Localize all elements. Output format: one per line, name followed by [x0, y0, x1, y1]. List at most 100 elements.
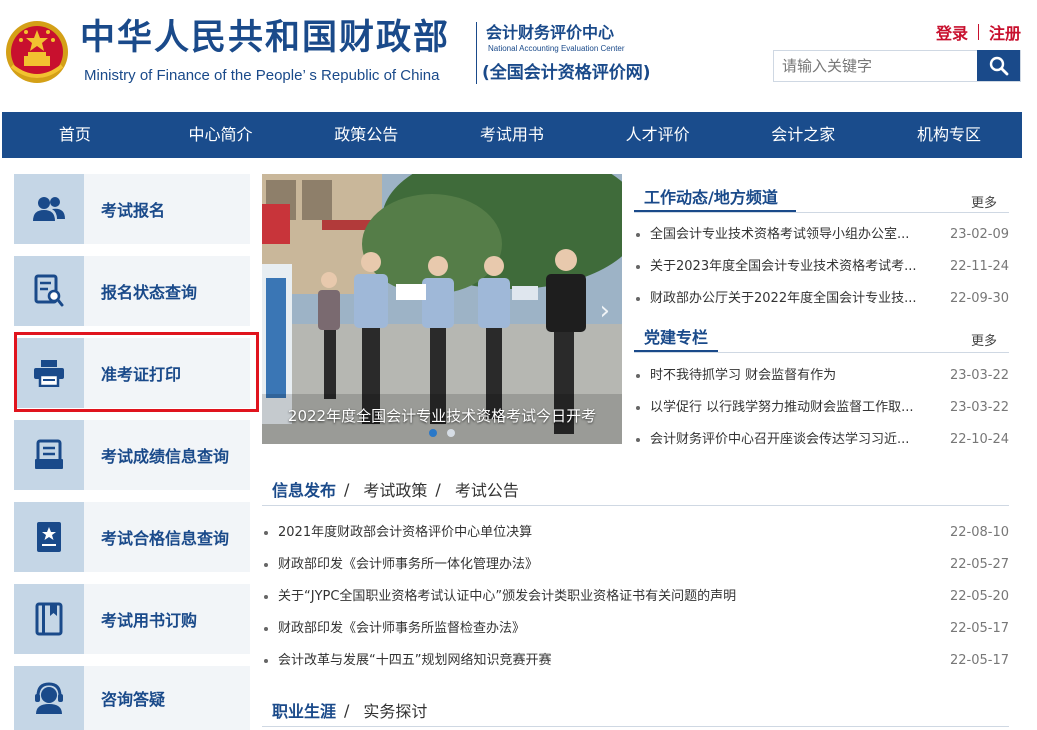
printer-icon	[34, 360, 64, 387]
party-rule	[634, 352, 1009, 353]
career-rule	[262, 726, 1009, 727]
news-title: 2021年度财政部会计资格评价中心单位决算	[278, 525, 533, 540]
list-item[interactable]: 2021年度财政部会计资格评价中心单位决算 22-08-10	[264, 517, 1009, 549]
sidebar-item-label: 考试合格信息查询	[84, 502, 250, 572]
carousel-dot-1[interactable]	[429, 429, 437, 437]
info-news-list: 2021年度财政部会计资格评价中心单位决算 22-08-10 财政部印发《会计师事…	[264, 517, 1009, 677]
center-subtitle: (全国会计资格评价网)	[482, 63, 651, 83]
header-divider	[476, 22, 477, 84]
news-title: 以学促行 以行践学努力推动财会监督工作取...	[650, 400, 914, 415]
tab-info-release[interactable]: 信息发布	[272, 477, 336, 501]
banner-caption[interactable]: 2022年度全国会计专业技术资格考试今日开考	[262, 405, 622, 426]
sidebar-item-label: 考试成绩信息查询	[84, 420, 250, 490]
sidebar-item-book-order[interactable]: 考试用书订购	[14, 584, 250, 654]
news-title: 会计改革与发展“十四五”规划网络知识竞赛开赛	[278, 653, 552, 668]
auth-links: 登录 注册	[936, 20, 1021, 44]
ministry-title-cn: 中华人民共和国财政部	[80, 18, 451, 58]
news-date: 23-02-09	[949, 227, 1009, 242]
work-news-title[interactable]: 工作动态/地方频道	[644, 184, 778, 208]
sidebar-item-qualification-query[interactable]: 考试合格信息查询	[14, 502, 250, 572]
news-date: 22-05-17	[949, 621, 1009, 636]
banner-photo	[262, 174, 622, 444]
nav-accountant-home[interactable]: 会计之家	[730, 112, 876, 158]
center-title-cn: 会计财务评价中心	[486, 23, 615, 42]
list-item[interactable]: 全国会计专业技术资格考试领导小组办公室... 23-02-09	[636, 219, 1009, 251]
list-item[interactable]: 会计改革与发展“十四五”规划网络知识竞赛开赛 22-05-17	[264, 645, 1009, 677]
news-date: 23-03-22	[949, 400, 1009, 415]
news-title: 关于2023年度全国会计专业技术资格考试考...	[650, 259, 917, 274]
list-item[interactable]: 关于“JYPC全国职业资格考试认证中心”颁发会计类职业资格证书有关问题的声明 22…	[264, 581, 1009, 613]
center-title-en: National Accounting Evaluation Center	[488, 44, 625, 53]
book-icon	[35, 602, 63, 636]
work-news-more-link[interactable]: 更多	[971, 192, 997, 211]
party-column-title[interactable]: 党建专栏	[644, 324, 708, 348]
news-date: 23-03-22	[949, 368, 1009, 383]
tab-practice[interactable]: 实务探讨	[363, 698, 427, 722]
news-date: 22-05-27	[949, 557, 1009, 572]
nav-home[interactable]: 首页	[2, 112, 148, 158]
news-title: 财政部印发《会计师事务所一体化管理办法》	[278, 557, 539, 572]
sidebar-item-score-query[interactable]: 考试成绩信息查询	[14, 420, 250, 490]
sidebar-item-status-query[interactable]: 报名状态查询	[14, 256, 250, 326]
list-item[interactable]: 时不我待抓学习 财会监督有作为 23-03-22	[636, 360, 1009, 392]
carousel-next-arrow[interactable]: ›	[600, 298, 610, 324]
nav-about[interactable]: 中心简介	[148, 112, 294, 158]
sidebar-item-consultation[interactable]: 咨询答疑	[14, 666, 250, 730]
news-title: 全国会计专业技术资格考试领导小组办公室...	[650, 227, 910, 242]
carousel-dots	[262, 429, 622, 437]
news-date: 22-08-10	[949, 525, 1009, 540]
list-item[interactable]: 财政部印发《会计师事务所一体化管理办法》 22-05-27	[264, 549, 1009, 581]
news-date: 22-09-30	[949, 291, 1009, 306]
login-link[interactable]: 登录	[936, 20, 968, 44]
work-news-underline	[634, 210, 796, 212]
news-title: 财政部印发《会计师事务所监督检查办法》	[278, 621, 526, 636]
users-icon	[33, 197, 65, 221]
site-header: 中华人民共和国财政部 Ministry of Finance of the Pe…	[0, 0, 1037, 110]
nav-talent[interactable]: 人才评价	[585, 112, 731, 158]
news-date: 22-05-17	[949, 653, 1009, 668]
nav-policy[interactable]: 政策公告	[293, 112, 439, 158]
tab-separator: /	[344, 479, 350, 499]
main-nav: 首页 中心简介 政策公告 考试用书 人才评价 会计之家 机构专区	[2, 112, 1022, 158]
nav-books[interactable]: 考试用书	[439, 112, 585, 158]
news-title: 时不我待抓学习 财会监督有作为	[650, 368, 837, 383]
register-link[interactable]: 注册	[989, 20, 1021, 44]
search-box	[773, 50, 1021, 82]
news-banner-carousel[interactable]: › 2022年度全国会计专业技术资格考试今日开考	[262, 174, 622, 444]
news-date: 22-10-24	[949, 432, 1009, 447]
work-news-rule	[634, 212, 1009, 213]
certificate-icon	[37, 522, 61, 552]
list-item[interactable]: 财政部印发《会计师事务所监督检查办法》 22-05-17	[264, 613, 1009, 645]
sidebar-item-label: 报名状态查询	[84, 256, 250, 326]
list-item[interactable]: 以学促行 以行践学努力推动财会监督工作取... 23-03-22	[636, 392, 1009, 424]
tab-separator: /	[344, 700, 350, 720]
info-rule	[262, 505, 1009, 506]
tab-exam-policy[interactable]: 考试政策	[363, 477, 427, 501]
party-underline	[634, 350, 718, 352]
party-more-link[interactable]: 更多	[971, 330, 997, 349]
tab-exam-notice[interactable]: 考试公告	[455, 477, 519, 501]
carousel-dot-2[interactable]	[447, 429, 455, 437]
national-emblem-logo	[4, 18, 70, 86]
tab-career[interactable]: 职业生涯	[272, 698, 336, 722]
sidebar-item-registration[interactable]: 考试报名	[14, 174, 250, 244]
news-title: 关于“JYPC全国职业资格考试认证中心”颁发会计类职业资格证书有关问题的声明	[278, 589, 737, 604]
auth-separator	[977, 24, 979, 40]
party-news-list: 时不我待抓学习 财会监督有作为 23-03-22 以学促行 以行践学努力推动财会监…	[636, 360, 1009, 456]
info-tabs: 信息发布 / 考试政策 / 考试公告	[272, 477, 519, 501]
list-item[interactable]: 会计财务评价中心召开座谈会传达学习习近... 22-10-24	[636, 424, 1009, 456]
news-date: 22-05-20	[949, 589, 1009, 604]
nav-institutions[interactable]: 机构专区	[876, 112, 1022, 158]
sidebar-item-admission-print[interactable]: 准考证打印	[14, 338, 250, 408]
search-button[interactable]	[977, 50, 1020, 81]
news-title: 会计财务评价中心召开座谈会传达学习习近...	[650, 432, 910, 447]
list-item[interactable]: 财政部办公厅关于2022年度全国会计专业技... 22-09-30	[636, 283, 1009, 315]
document-search-icon	[34, 274, 64, 307]
sidebar-item-label: 准考证打印	[84, 338, 250, 408]
search-input[interactable]	[774, 51, 978, 81]
list-item[interactable]: 关于2023年度全国会计专业技术资格考试考... 22-11-24	[636, 251, 1009, 283]
sidebar-item-label: 考试报名	[84, 174, 250, 244]
news-date: 22-11-24	[949, 259, 1009, 274]
news-title: 财政部办公厅关于2022年度全国会计专业技...	[650, 291, 917, 306]
sidebar-item-label: 考试用书订购	[84, 584, 250, 654]
